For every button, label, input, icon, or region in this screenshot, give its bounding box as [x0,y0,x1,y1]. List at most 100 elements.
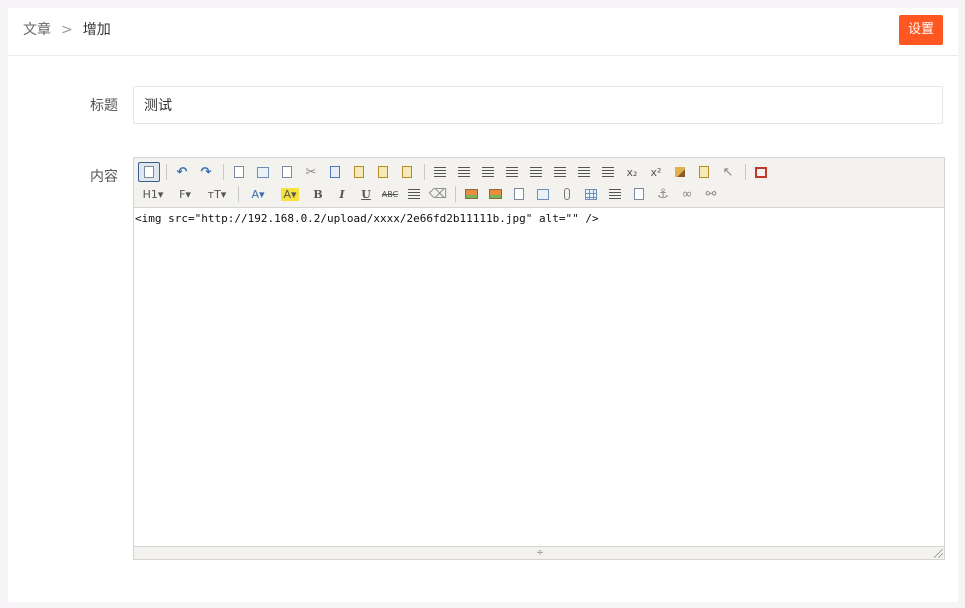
preview-icon [234,166,244,178]
redo-icon: ↷ [200,164,212,180]
superscript-button[interactable]: x² [645,162,667,182]
italic-button[interactable]: I [331,184,353,204]
toolbar-row-1: ↶ ↷ ✂ x₂ x² ↖ [138,161,774,183]
line-height-button[interactable] [403,184,425,204]
font-color-button[interactable]: A▾ [243,184,273,204]
fullscreen-button[interactable] [750,162,772,182]
unordered-list-button[interactable] [549,162,571,182]
page-break-button[interactable] [628,184,650,204]
align-center-button[interactable] [453,162,475,182]
source-button[interactable] [138,162,160,182]
underline-icon: U [361,187,371,201]
subscript-icon: x₂ [626,165,638,179]
font-size-icon: тT▾ [207,187,227,201]
unlink-button[interactable]: ⚯ [700,184,722,204]
editor-statusbar: ÷ [134,546,944,559]
title-input[interactable] [133,86,943,124]
horizontal-rule-button[interactable] [604,184,626,204]
justify-icon [506,167,518,177]
article-card: 文章 > 增加 设置 标题 内容 ↶ ↷ ✂ [8,8,958,602]
editor-toolbar: ↶ ↷ ✂ x₂ x² ↖ H1▾ F▾ тT▾ A▾ A▾ B I U ABC… [134,158,944,208]
page-break-icon [634,188,644,200]
quick-format-button[interactable] [693,162,715,182]
preview-button[interactable] [228,162,250,182]
underline-button[interactable]: U [355,184,377,204]
indent-button[interactable] [573,162,595,182]
undo-button[interactable]: ↶ [171,162,193,182]
template-icon [282,166,292,178]
redo-button[interactable]: ↷ [195,162,217,182]
toolbar-separator [455,186,456,202]
settings-button[interactable]: 设置 [899,15,943,45]
italic-icon: I [339,187,345,201]
resize-corner-icon[interactable] [934,549,943,558]
attachment-button[interactable] [556,184,578,204]
flash-button[interactable] [508,184,530,204]
clear-format-icon [675,167,685,177]
link-button[interactable]: ∞ [676,184,698,204]
select-all-button[interactable]: ↖ [717,162,739,182]
print-icon [257,166,269,178]
breadcrumb-root-link[interactable]: 文章 [23,22,51,38]
paste-text-icon [378,166,388,178]
font-family-button[interactable]: F▾ [170,184,200,204]
ordered-list-icon [530,167,542,177]
paste-text-button[interactable] [372,162,394,182]
bold-icon: B [313,187,323,201]
clear-format-button[interactable] [669,162,691,182]
editor-content-area[interactable]: <img src="http://192.168.0.2/upload/xxxx… [134,209,944,546]
ordered-list-button[interactable] [525,162,547,182]
cut-button[interactable]: ✂ [300,162,322,182]
align-left-button[interactable] [429,162,451,182]
source-icon [144,166,154,178]
outdent-icon [602,167,614,177]
toolbar-separator [424,164,425,180]
unordered-list-icon [554,167,566,177]
outdent-button[interactable] [597,162,619,182]
image-icon [464,189,478,199]
paste-word-button[interactable] [396,162,418,182]
heading-button[interactable]: H1▾ [138,184,168,204]
multi-image-button[interactable] [484,184,506,204]
undo-icon: ↶ [176,164,188,180]
align-center-icon [458,167,470,177]
image-button[interactable] [460,184,482,204]
heading-icon: H1▾ [142,187,164,201]
align-right-button[interactable] [477,162,499,182]
strikethrough-button[interactable]: ABC [379,184,401,204]
attachment-icon [564,188,570,200]
subscript-button[interactable]: x₂ [621,162,643,182]
justify-button[interactable] [501,162,523,182]
breadcrumb: 文章 > 增加 [23,20,111,40]
line-height-icon [408,189,420,199]
quick-format-icon [699,166,709,178]
resize-grip-icon[interactable]: ÷ [534,548,546,558]
anchor-button[interactable]: ⚓ [652,184,674,204]
multi-image-icon [488,189,502,199]
title-label: 标题 [90,98,118,114]
media-icon [537,188,549,200]
media-button[interactable] [532,184,554,204]
paste-icon [354,166,364,178]
toolbar-row-2: H1▾ F▾ тT▾ A▾ A▾ B I U ABC ⌫ ⚓ ∞ ⚯ [138,183,724,205]
copy-button[interactable] [324,162,346,182]
font-color-icon: A▾ [251,187,265,201]
copy-icon [330,166,340,178]
template-button[interactable] [276,162,298,182]
align-right-icon [482,167,494,177]
table-icon [585,188,597,200]
page-header: 文章 > 增加 设置 [8,8,958,56]
fullscreen-icon [755,166,767,178]
link-icon: ∞ [681,186,693,202]
rich-text-editor: ↶ ↷ ✂ x₂ x² ↖ H1▾ F▾ тT▾ A▾ A▾ B I U ABC… [133,157,945,560]
toolbar-separator [745,164,746,180]
print-button[interactable] [252,162,274,182]
font-family-icon: F▾ [179,187,191,201]
select-all-icon: ↖ [722,164,734,180]
paste-button[interactable] [348,162,370,182]
font-size-button[interactable]: тT▾ [202,184,232,204]
eraser-button[interactable]: ⌫ [427,184,449,204]
table-button[interactable] [580,184,602,204]
bold-button[interactable]: B [307,184,329,204]
highlight-button[interactable]: A▾ [275,184,305,204]
